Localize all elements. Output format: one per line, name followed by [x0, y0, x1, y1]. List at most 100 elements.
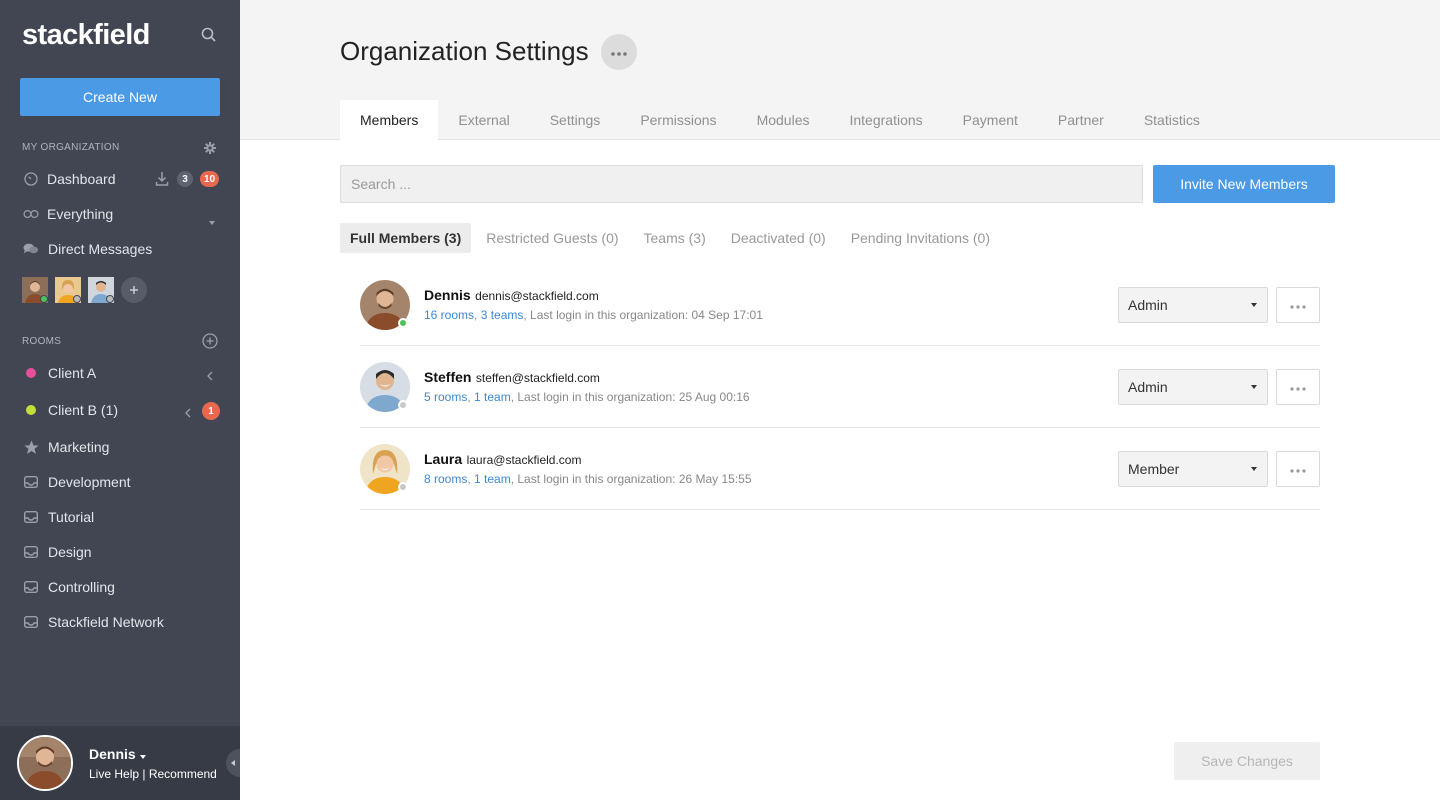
user-name[interactable]: Dennis	[89, 746, 146, 762]
more-horizontal-icon	[1290, 296, 1306, 314]
sidebar-item-label: Stackfield Network	[48, 614, 164, 630]
member-search-input[interactable]	[340, 165, 1143, 203]
tab-partner[interactable]: Partner	[1038, 100, 1124, 140]
tab-settings[interactable]: Settings	[530, 100, 621, 140]
user-avatar[interactable]	[17, 735, 73, 791]
sidebar-item-label: Design	[48, 544, 92, 560]
sidebar-room-client-b[interactable]: Client B (1) 1	[0, 395, 240, 425]
tab-statistics[interactable]: Statistics	[1124, 100, 1220, 140]
sidebar-room-stackfield-network[interactable]: Stackfield Network	[0, 607, 240, 637]
settings-tabs: Members External Settings Permissions Mo…	[340, 100, 1220, 140]
subtab-teams[interactable]: Teams (3)	[634, 223, 716, 253]
role-value: Admin	[1128, 297, 1168, 313]
pink-dot-icon	[26, 368, 36, 378]
tab-external[interactable]: External	[438, 100, 529, 140]
infinity-icon	[23, 206, 39, 222]
sidebar-room-development[interactable]: Development	[0, 467, 240, 497]
role-value: Member	[1128, 461, 1180, 477]
caret-down-icon	[1251, 385, 1257, 389]
caret-down-icon	[139, 746, 146, 762]
sidebar-item-label: Dashboard	[47, 171, 116, 187]
member-more-button[interactable]	[1276, 287, 1320, 323]
online-status-dot	[398, 318, 408, 328]
sidebar-item-label: Direct Messages	[48, 241, 153, 257]
role-select[interactable]: Admin	[1118, 369, 1268, 405]
sidebar-item-label: Marketing	[48, 439, 110, 455]
member-teams-link[interactable]: 1 team	[474, 390, 511, 404]
chevron-left-icon[interactable]	[185, 405, 191, 421]
add-room-icon[interactable]	[202, 333, 218, 349]
role-select[interactable]: Admin	[1118, 287, 1268, 323]
sidebar-item-label: Tutorial	[48, 509, 95, 525]
sidebar-room-controlling[interactable]: Controlling	[0, 572, 240, 602]
member-email: steffen@stackfield.com	[475, 371, 600, 385]
sidebar-room-client-a[interactable]: Client A	[0, 358, 240, 388]
green-dot-icon	[26, 405, 36, 415]
room-color-dot	[23, 402, 39, 418]
create-new-button[interactable]: Create New	[20, 78, 220, 116]
sidebar-item-label: Everything	[47, 206, 114, 222]
rooms-heading: ROOMS	[22, 336, 62, 347]
user-name-label: Dennis	[89, 746, 136, 762]
member-email: dennis@stackfield.com	[475, 289, 599, 303]
member-more-button[interactable]	[1276, 451, 1320, 487]
subtab-pending-invitations[interactable]: Pending Invitations (0)	[841, 223, 1000, 253]
download-icon[interactable]	[155, 171, 169, 190]
member-row: Dennis dennis@stackfield.com 16 rooms, 3…	[360, 264, 1320, 346]
comma-separator: ,	[474, 308, 481, 322]
room-color-dot	[23, 365, 39, 381]
chat-bubbles-icon	[23, 241, 39, 257]
sidebar-item-dashboard[interactable]: Dashboard 3 10	[0, 164, 240, 194]
save-changes-button[interactable]: Save Changes	[1174, 742, 1320, 780]
tab-members[interactable]: Members	[340, 100, 439, 140]
dropdown-caret-icon[interactable]	[209, 212, 215, 228]
app-logo[interactable]: stackfield	[22, 19, 150, 52]
role-select[interactable]: Member	[1118, 451, 1268, 487]
sidebar-item-everything[interactable]: Everything	[0, 199, 240, 229]
subtab-deactivated[interactable]: Deactivated (0)	[721, 223, 836, 253]
unread-count-badge: 1	[202, 402, 220, 420]
member-name: Dennis	[424, 287, 471, 303]
sidebar-item-label: Client B (1)	[48, 402, 119, 418]
role-value: Admin	[1128, 379, 1168, 395]
member-row: Laura laura@stackfield.com 8 rooms, 1 te…	[360, 428, 1320, 510]
search-icon[interactable]	[200, 26, 218, 44]
tab-integrations[interactable]: Integrations	[829, 100, 942, 140]
add-contact-button[interactable]	[121, 277, 147, 303]
title-more-button[interactable]	[601, 34, 637, 70]
tab-modules[interactable]: Modules	[737, 100, 830, 140]
member-rooms-link[interactable]: 8 rooms	[424, 472, 467, 486]
member-name: Steffen	[424, 369, 472, 385]
last-login-text: , Last login in this organization: 04 Se…	[523, 308, 763, 322]
sidebar: stackfield Create New MY ORGANIZATION Da…	[0, 0, 240, 800]
invite-new-members-button[interactable]: Invite New Members	[1153, 165, 1335, 203]
inbox-icon	[23, 474, 39, 490]
inbox-icon	[23, 579, 39, 595]
member-row: Steffen steffen@stackfield.com 5 rooms, …	[360, 346, 1320, 428]
notification-count-badge: 3	[177, 171, 193, 187]
gear-icon[interactable]	[202, 140, 218, 156]
sidebar-item-direct-messages[interactable]: Direct Messages	[0, 234, 240, 264]
member-more-button[interactable]	[1276, 369, 1320, 405]
offline-status-dot	[398, 482, 408, 492]
offline-status-dot	[106, 295, 114, 303]
chevron-left-icon[interactable]	[207, 368, 213, 384]
subtab-full-members[interactable]: Full Members (3)	[340, 223, 472, 253]
tab-permissions[interactable]: Permissions	[620, 100, 736, 140]
sidebar-room-tutorial[interactable]: Tutorial	[0, 502, 240, 532]
sidebar-item-label: Client A	[48, 365, 97, 381]
sidebar-room-marketing[interactable]: Marketing	[0, 432, 240, 462]
tab-payment[interactable]: Payment	[943, 100, 1038, 140]
clock-icon	[23, 171, 39, 187]
sidebar-room-design[interactable]: Design	[0, 537, 240, 567]
subtab-restricted-guests[interactable]: Restricted Guests (0)	[476, 223, 628, 253]
sidebar-item-label: Development	[48, 474, 131, 490]
help-recommend-links[interactable]: Live Help | Recommend	[89, 767, 217, 781]
member-details: 5 rooms, 1 team, Last login in this orga…	[424, 390, 750, 404]
offline-status-dot	[73, 295, 81, 303]
member-teams-link[interactable]: 1 team	[474, 472, 511, 486]
member-rooms-link[interactable]: 5 rooms	[424, 390, 467, 404]
member-teams-link[interactable]: 3 teams	[481, 308, 524, 322]
member-rooms-link[interactable]: 16 rooms	[424, 308, 474, 322]
member-details: 8 rooms, 1 team, Last login in this orga…	[424, 472, 752, 486]
